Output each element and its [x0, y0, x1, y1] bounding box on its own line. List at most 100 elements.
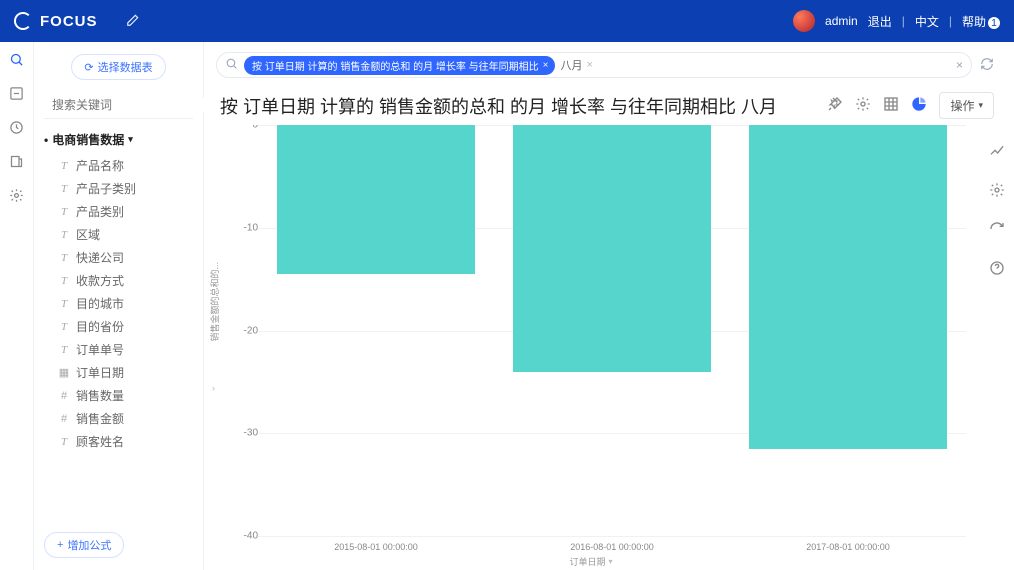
- text-type-icon: T: [58, 298, 70, 310]
- column-label: 产品类别: [76, 203, 124, 220]
- column-item[interactable]: T目的城市: [44, 292, 193, 315]
- column-item[interactable]: T 产品类别: [44, 200, 193, 223]
- logo-icon: [14, 12, 32, 30]
- avatar[interactable]: [793, 10, 815, 32]
- refresh-icon: ⟳: [84, 61, 93, 74]
- number-type-icon: #: [58, 413, 70, 425]
- query-box[interactable]: 按 订单日期 计算的 销售金额的总和 的月 增长率 与往年同期相比 × 八月 ×…: [216, 52, 972, 78]
- y-axis-arrow-icon: ›: [212, 383, 215, 393]
- column-item[interactable]: ▦ 订单日期: [44, 361, 193, 384]
- chart-type-icon[interactable]: [989, 143, 1005, 162]
- date-type-icon: ▦: [58, 366, 70, 379]
- lang-link[interactable]: 中文: [915, 13, 939, 30]
- bar[interactable]: [277, 125, 475, 274]
- plus-icon: +: [57, 539, 63, 551]
- help-link[interactable]: 帮助1: [962, 13, 1000, 30]
- column-label: 快递公司: [76, 249, 124, 266]
- y-tick: -40: [244, 531, 258, 542]
- column-label: 产品子类别: [76, 180, 136, 197]
- header-right: admin 退出 | 中文 | 帮助1: [793, 10, 1000, 32]
- rail-data-icon[interactable]: [8, 152, 26, 170]
- column-item[interactable]: T 收款方式: [44, 269, 193, 292]
- chart-tools-rail: [978, 125, 1014, 570]
- chart-view-icon[interactable]: [911, 96, 927, 115]
- logout-link[interactable]: 退出: [868, 13, 892, 30]
- bar[interactable]: [749, 125, 947, 449]
- column-item[interactable]: T 产品名称: [44, 154, 193, 177]
- y-tick: -30: [244, 428, 258, 439]
- column-item[interactable]: T区域: [44, 223, 193, 246]
- pin-icon[interactable]: [827, 96, 843, 115]
- select-datasource-button[interactable]: ⟳ 选择数据表: [71, 54, 165, 80]
- sidebar: ⟳ 选择数据表 • 电商销售数据 ▾ T产品名称T产品子类别T产品类别T区域T快…: [34, 42, 204, 570]
- text-type-icon: T: [58, 160, 70, 172]
- column-item[interactable]: # 销售数量: [44, 384, 193, 407]
- rail-history-icon[interactable]: [8, 118, 26, 136]
- bullet-icon: •: [44, 133, 48, 147]
- table-view-icon[interactable]: [883, 96, 899, 115]
- page-title: 按 订单日期 计算的 销售金额的总和 的月 增长率 与往年同期相比 八月: [220, 93, 777, 119]
- chart: 销售金额的总和的... › 0-10-20-30-40 订单日期 ▾ 2015-…: [204, 125, 978, 570]
- column-item[interactable]: T 顾客姓名: [44, 430, 193, 453]
- text-type-icon: T: [58, 229, 70, 241]
- text-type-icon: T: [58, 321, 70, 333]
- chart-refresh-icon[interactable]: [989, 221, 1005, 240]
- operate-button[interactable]: 操作 ▾: [939, 92, 994, 119]
- text-type-icon: T: [58, 252, 70, 264]
- edit-icon[interactable]: [126, 13, 140, 30]
- text-type-icon: T: [58, 206, 70, 218]
- app-header: FOCUS admin 退出 | 中文 | 帮助1: [0, 0, 1014, 42]
- column-label: 收款方式: [76, 272, 124, 289]
- help-badge-icon: 1: [988, 17, 1000, 29]
- rail-search-icon[interactable]: [8, 50, 26, 68]
- text-type-icon: T: [58, 344, 70, 356]
- settings-icon[interactable]: [855, 96, 871, 115]
- keyword-input[interactable]: [52, 98, 207, 112]
- keyword-search[interactable]: [44, 94, 193, 119]
- text-type-icon: T: [58, 436, 70, 448]
- column-label: 产品名称: [76, 157, 124, 174]
- gridline: [258, 536, 966, 537]
- column-label: 目的省份: [76, 318, 124, 335]
- chip-close-icon[interactable]: ×: [587, 59, 593, 71]
- y-tick: -10: [244, 222, 258, 233]
- clear-icon[interactable]: ×: [956, 58, 963, 72]
- search-icon: [225, 57, 238, 73]
- column-item[interactable]: T 快递公司: [44, 246, 193, 269]
- text-type-icon: T: [58, 275, 70, 287]
- column-item[interactable]: T 订单单号: [44, 338, 193, 361]
- query-chip[interactable]: 按 订单日期 计算的 销售金额的总和 的月 增长率 与往年同期相比 ×: [244, 56, 555, 75]
- title-actions: 操作 ▾: [827, 92, 994, 119]
- number-type-icon: #: [58, 390, 70, 402]
- column-label: 订单日期: [76, 364, 124, 381]
- chevron-down-icon: ▾: [609, 557, 613, 566]
- text-type-icon: T: [58, 183, 70, 195]
- add-formula-button[interactable]: + 增加公式: [44, 532, 124, 558]
- dataset-tree: • 电商销售数据 ▾ T产品名称T产品子类别T产品类别T区域T快递公司T收款方式…: [44, 131, 193, 453]
- column-item[interactable]: T 产品子类别: [44, 177, 193, 200]
- rail-settings-icon[interactable]: [8, 186, 26, 204]
- logo: FOCUS: [14, 12, 98, 30]
- column-item[interactable]: T 目的省份: [44, 315, 193, 338]
- nav-rail: [0, 42, 34, 570]
- chevron-down-icon: ▾: [978, 100, 983, 111]
- bar[interactable]: [513, 125, 711, 372]
- chip-close-icon[interactable]: ×: [543, 60, 549, 71]
- column-label: 订单单号: [76, 341, 124, 358]
- x-tick: 2016-08-01 00:00:00: [570, 542, 654, 552]
- y-tick: -20: [244, 325, 258, 336]
- refresh-query-icon[interactable]: [980, 57, 994, 74]
- column-label: 顾客姓名: [76, 433, 124, 450]
- query-chip-plain[interactable]: 八月 ×: [561, 57, 593, 73]
- column-label: 销售数量: [76, 387, 124, 404]
- column-item[interactable]: #销售金额: [44, 407, 193, 430]
- main: 按 订单日期 计算的 销售金额的总和 的月 增长率 与往年同期相比 × 八月 ×…: [204, 42, 1014, 570]
- dataset-header[interactable]: • 电商销售数据 ▾: [44, 131, 193, 148]
- username[interactable]: admin: [825, 14, 858, 28]
- x-tick: 2015-08-01 00:00:00: [334, 542, 418, 552]
- chevron-down-icon: ▾: [128, 134, 133, 145]
- rail-dashboard-icon[interactable]: [8, 84, 26, 102]
- chart-help-icon[interactable]: [989, 260, 1005, 279]
- x-axis-label: 订单日期 ▾: [569, 555, 612, 568]
- chart-settings-icon[interactable]: [989, 182, 1005, 201]
